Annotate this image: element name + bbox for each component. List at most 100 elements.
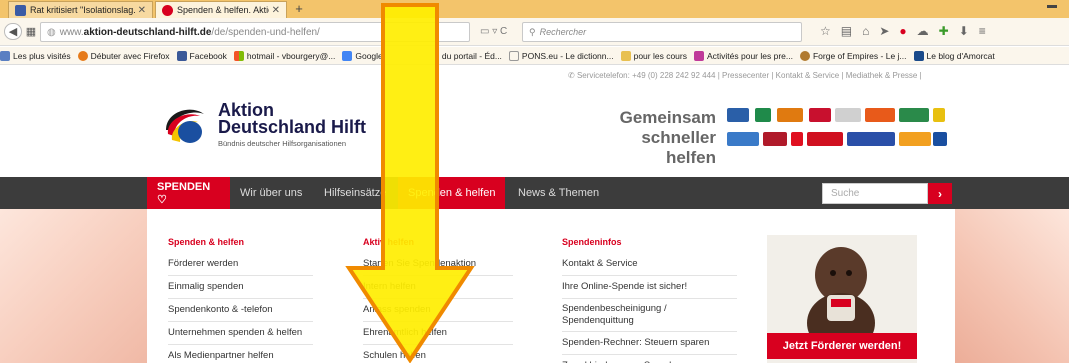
menu-link[interactable]: Ehrenamtlich helfen bbox=[363, 322, 513, 345]
forge-icon bbox=[799, 50, 810, 61]
site-search-input[interactable]: Suche bbox=[822, 183, 928, 204]
menu-link[interactable]: Starten Sie Spendenaktion bbox=[363, 253, 513, 276]
menu-link[interactable]: Förderer werden bbox=[168, 253, 313, 276]
bookmark-label: Activités pour les pre... bbox=[706, 50, 793, 61]
top-info-links[interactable]: ✆ Servicetelefon: +49 (0) 228 242 92 444… bbox=[568, 71, 922, 80]
bookmark-item[interactable]: Les plus visités bbox=[0, 50, 71, 61]
partner-logo[interactable] bbox=[899, 108, 929, 122]
partner-logo[interactable] bbox=[835, 108, 861, 122]
menu-column-title: Spenden & helfen bbox=[168, 237, 245, 247]
menu-link[interactable]: Spenden-Rechner: Steuern sparen bbox=[562, 332, 737, 355]
back-arrow-icon[interactable]: ◀ bbox=[4, 23, 22, 40]
tab-title: Rat kritisiert "Isolationslag... bbox=[30, 5, 135, 15]
search-submit-button[interactable]: › bbox=[928, 183, 952, 204]
bookmark-label: Google bbox=[355, 50, 383, 61]
bookmark-item[interactable]: Facebook bbox=[176, 50, 227, 61]
partner-logo[interactable] bbox=[755, 108, 771, 122]
partner-logo[interactable] bbox=[809, 108, 831, 122]
send-icon[interactable]: ➤ bbox=[879, 24, 889, 38]
menu-link[interactable]: Unternehmen spenden & helfen bbox=[168, 322, 313, 345]
browser-tabbar: Rat kritisiert "Isolationslag... ✕ Spend… bbox=[0, 0, 1069, 18]
slogan: Gemeinsam schneller helfen bbox=[590, 108, 716, 168]
menu-link[interactable]: Intern helfen bbox=[363, 276, 513, 299]
partner-logo[interactable] bbox=[727, 108, 749, 122]
partner-logos bbox=[727, 106, 957, 152]
bookmark-item[interactable]: Forge of Empires - Le j... bbox=[799, 50, 907, 61]
nav-spenden-helfen[interactable]: Spenden & helfen bbox=[398, 177, 506, 209]
browser-tab-active[interactable]: Spenden & helfen. Aktion ... ✕ bbox=[155, 1, 287, 18]
partner-logo[interactable] bbox=[807, 132, 843, 146]
menu-column-spendeninfos: Spendeninfos Kontakt & Service Ihre Onli… bbox=[562, 237, 737, 363]
page-icon bbox=[508, 50, 519, 61]
browser-tab[interactable]: Rat kritisiert "Isolationslag... ✕ bbox=[8, 1, 153, 18]
partner-logo[interactable] bbox=[727, 132, 759, 146]
url-prefix: www. bbox=[59, 26, 84, 38]
chevron-right-icon: › bbox=[938, 186, 942, 201]
bookmark-item[interactable]: il du portail - Éd... bbox=[436, 51, 502, 61]
partner-logo[interactable] bbox=[899, 132, 931, 146]
home-icon[interactable]: ⌂ bbox=[862, 24, 869, 38]
star-icon[interactable]: ☆ bbox=[820, 24, 831, 38]
site-identity-icon[interactable]: ▦ bbox=[24, 23, 38, 40]
url-bar[interactable]: ◍ www. aktion-deutschland-hilft.de/de/spe… bbox=[40, 22, 470, 42]
menu-icon[interactable]: ≡ bbox=[979, 24, 986, 38]
chat-icon[interactable]: ☁ bbox=[917, 24, 929, 38]
menu-link[interactable]: Schulen helfen bbox=[363, 345, 513, 363]
nav-wir-ueber-uns[interactable]: Wir über uns bbox=[230, 177, 312, 209]
reload-icon[interactable]: ▭ ▿ C bbox=[480, 26, 507, 37]
globe-icon: ◍ bbox=[47, 26, 56, 38]
url-path: /de/spenden-und-helfen/ bbox=[211, 26, 320, 38]
window-minimize-icon[interactable]: ▬ bbox=[1047, 0, 1057, 11]
nav-hilfseinsaetze[interactable]: Hilfseinsätze bbox=[314, 177, 396, 209]
menu-link[interactable]: Spendenkonto & -telefon bbox=[168, 299, 313, 322]
partner-logo[interactable] bbox=[933, 132, 947, 146]
tab-title: Spenden & helfen. Aktion ... bbox=[177, 5, 269, 15]
nav-spenden[interactable]: SPENDEN ♡ bbox=[147, 177, 230, 209]
partner-logo[interactable] bbox=[763, 132, 787, 146]
bookmark-item[interactable]: Le blog d'Amorcat bbox=[913, 50, 995, 61]
partner-logo[interactable] bbox=[865, 108, 895, 122]
download-icon[interactable]: ⬇ bbox=[959, 24, 969, 38]
promo-box[interactable]: Jetzt Förderer werden! bbox=[767, 235, 917, 363]
puzzle-icon[interactable]: ✚ bbox=[939, 24, 949, 38]
become-supporter-button[interactable]: Jetzt Förderer werden! bbox=[767, 333, 917, 359]
search-icon: ⚲ bbox=[529, 26, 536, 37]
browser-search-input[interactable]: ⚲ Rechercher bbox=[522, 22, 802, 42]
slogan-line: Gemeinsam bbox=[619, 108, 716, 127]
partner-logo[interactable] bbox=[933, 108, 945, 122]
site-logo[interactable]: Aktion Deutschland Hilft Bündnis deutsch… bbox=[160, 100, 370, 160]
bookmark-item[interactable]: hotmail - vbourgery@... bbox=[233, 50, 335, 61]
menu-link[interactable]: Spendenbescheinigung / Spendenquittung bbox=[562, 299, 737, 332]
bookmark-label: Les plus visités bbox=[13, 50, 71, 61]
firefox-icon bbox=[77, 50, 88, 61]
new-tab-plus-icon[interactable]: + bbox=[292, 2, 306, 16]
menu-link[interactable]: Einmalig spenden bbox=[168, 276, 313, 299]
reading-list-icon[interactable]: ▤ bbox=[841, 24, 852, 38]
menu-link[interactable]: Anlass spenden bbox=[363, 299, 513, 322]
menu-link[interactable]: Als Medienpartner helfen bbox=[168, 345, 313, 363]
toolbar-icons: ☆ ▤ ⌂ ➤ ● ☁ ✚ ⬇ ≡ bbox=[820, 24, 986, 38]
url-domain: aktion-deutschland-hilft.de bbox=[83, 26, 212, 38]
bookmark-icon bbox=[693, 50, 704, 61]
logo-subtitle: Bündnis deutscher Hilfsorganisationen bbox=[218, 139, 346, 148]
bookmark-item[interactable]: Activités pour les pre... bbox=[693, 50, 793, 61]
partner-logo[interactable] bbox=[777, 108, 803, 122]
nav-news-themen[interactable]: News & Themen bbox=[508, 177, 609, 209]
menu-column-spenden: Spenden & helfen Förderer werden Einmali… bbox=[168, 237, 313, 363]
partner-logo[interactable] bbox=[847, 132, 895, 146]
phone-icon: ✆ bbox=[568, 71, 577, 80]
bookmark-item[interactable]: Débuter avec Firefox bbox=[77, 50, 170, 61]
close-icon[interactable]: ✕ bbox=[272, 5, 280, 16]
bookmark-item[interactable]: PONS.eu - Le dictionn... bbox=[508, 50, 614, 61]
addon-icon[interactable]: ● bbox=[899, 24, 906, 38]
menu-link[interactable]: Kontakt & Service bbox=[562, 253, 737, 276]
close-icon[interactable]: ✕ bbox=[138, 5, 146, 16]
partner-logo[interactable] bbox=[791, 132, 803, 146]
bookmark-item[interactable]: pour les cours bbox=[620, 50, 687, 61]
menu-column-title: Aktiv helfen bbox=[363, 237, 415, 247]
search-placeholder: Rechercher bbox=[539, 27, 587, 37]
bookmark-item[interactable]: Google bbox=[342, 50, 383, 61]
menu-link[interactable]: Zweckbindung von Spenden bbox=[562, 355, 737, 363]
menu-link[interactable]: Ihre Online-Spende ist sicher! bbox=[562, 276, 737, 299]
tab-favicon-icon bbox=[15, 4, 26, 16]
